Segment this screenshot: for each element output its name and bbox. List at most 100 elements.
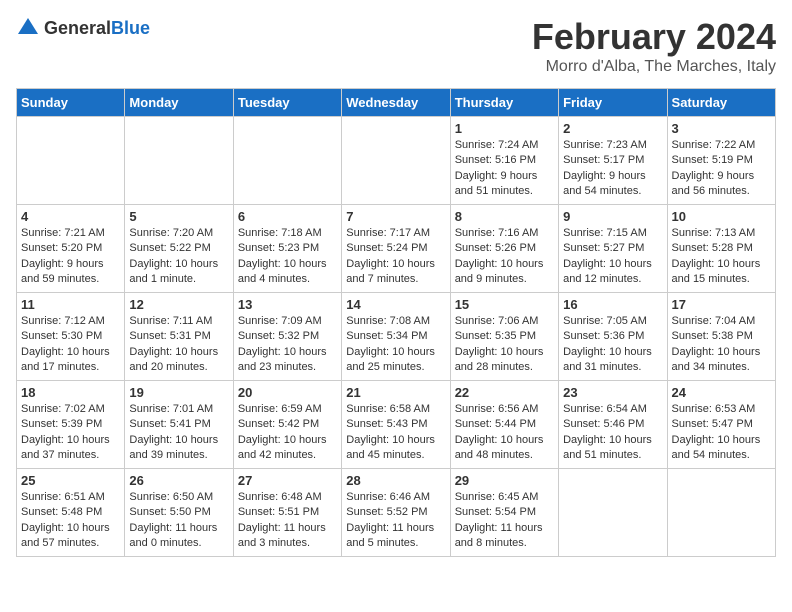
logo-icon <box>16 16 40 40</box>
calendar-cell: 11 Sunrise: 7:12 AM Sunset: 5:30 PM Dayli… <box>17 293 125 381</box>
day-info: Sunrise: 7:08 AM Sunset: 5:34 PM Dayligh… <box>346 314 445 376</box>
day-number: 15 <box>455 297 554 312</box>
day-info: Sunrise: 7:17 AM Sunset: 5:24 PM Dayligh… <box>346 226 445 288</box>
day-number: 6 <box>238 209 337 224</box>
title-area: February 2024 Morro d'Alba, The Marches,… <box>532 16 776 76</box>
calendar-cell: 26 Sunrise: 6:50 AM Sunset: 5:50 PM Dayli… <box>125 469 233 557</box>
calendar-cell <box>667 469 775 557</box>
calendar-table: SundayMondayTuesdayWednesdayThursdayFrid… <box>16 88 776 557</box>
calendar-cell: 27 Sunrise: 6:48 AM Sunset: 5:51 PM Dayli… <box>233 469 341 557</box>
day-info: Sunrise: 6:51 AM Sunset: 5:48 PM Dayligh… <box>21 490 120 552</box>
logo-text: GeneralBlue <box>44 18 150 39</box>
location-subtitle: Morro d'Alba, The Marches, Italy <box>532 58 776 76</box>
calendar-cell: 17Sunrise: 7:04 AM Sunset: 5:38 PM Dayli… <box>667 293 775 381</box>
calendar-cell <box>233 117 341 205</box>
month-title: February 2024 <box>532 16 776 58</box>
calendar-cell: 3 Sunrise: 7:22 AM Sunset: 5:19 PM Daylig… <box>667 117 775 205</box>
logo: GeneralBlue <box>16 16 150 40</box>
day-info: Sunrise: 7:20 AM Sunset: 5:22 PM Dayligh… <box>129 226 228 288</box>
calendar-cell: 10 Sunrise: 7:13 AM Sunset: 5:28 PM Dayli… <box>667 205 775 293</box>
calendar-cell <box>17 117 125 205</box>
day-info: Sunrise: 7:15 AM Sunset: 5:27 PM Dayligh… <box>563 226 662 288</box>
day-number: 16 <box>563 297 662 312</box>
calendar-cell: 28 Sunrise: 6:46 AM Sunset: 5:52 PM Dayli… <box>342 469 450 557</box>
day-number: 25 <box>21 473 120 488</box>
day-info: Sunrise: 7:05 AM Sunset: 5:36 PM Dayligh… <box>563 314 662 376</box>
day-info: Sunrise: 7:11 AM Sunset: 5:31 PM Dayligh… <box>129 314 228 376</box>
day-info: Sunrise: 7:12 AM Sunset: 5:30 PM Dayligh… <box>21 314 120 376</box>
calendar-cell: 22 Sunrise: 6:56 AM Sunset: 5:44 PM Dayli… <box>450 381 558 469</box>
day-number: 23 <box>563 385 662 400</box>
calendar-cell: 15 Sunrise: 7:06 AM Sunset: 5:35 PM Dayli… <box>450 293 558 381</box>
day-info: Sunrise: 7:23 AM Sunset: 5:17 PM Dayligh… <box>563 138 662 200</box>
weekday-header: Sunday <box>17 89 125 117</box>
page-header: GeneralBlue February 2024 Morro d'Alba, … <box>16 16 776 76</box>
weekday-header: Thursday <box>450 89 558 117</box>
day-number: 19 <box>129 385 228 400</box>
day-info: Sunrise: 7:24 AM Sunset: 5:16 PM Dayligh… <box>455 138 554 200</box>
calendar-cell: 20 Sunrise: 6:59 AM Sunset: 5:42 PM Dayli… <box>233 381 341 469</box>
day-info: Sunrise: 6:59 AM Sunset: 5:42 PM Dayligh… <box>238 402 337 464</box>
weekday-header: Monday <box>125 89 233 117</box>
week-row: 4Sunrise: 7:21 AM Sunset: 5:20 PM Daylig… <box>17 205 776 293</box>
day-number: 11 <box>21 297 120 312</box>
calendar-cell: 19 Sunrise: 7:01 AM Sunset: 5:41 PM Dayli… <box>125 381 233 469</box>
calendar-cell: 4Sunrise: 7:21 AM Sunset: 5:20 PM Daylig… <box>17 205 125 293</box>
day-number: 3 <box>672 121 771 136</box>
header-row: SundayMondayTuesdayWednesdayThursdayFrid… <box>17 89 776 117</box>
day-info: Sunrise: 7:06 AM Sunset: 5:35 PM Dayligh… <box>455 314 554 376</box>
calendar-cell: 23 Sunrise: 6:54 AM Sunset: 5:46 PM Dayli… <box>559 381 667 469</box>
day-number: 1 <box>455 121 554 136</box>
calendar-cell <box>125 117 233 205</box>
day-number: 9 <box>563 209 662 224</box>
calendar-cell: 21 Sunrise: 6:58 AM Sunset: 5:43 PM Dayli… <box>342 381 450 469</box>
day-info: Sunrise: 7:13 AM Sunset: 5:28 PM Dayligh… <box>672 226 771 288</box>
day-info: Sunrise: 6:50 AM Sunset: 5:50 PM Dayligh… <box>129 490 228 552</box>
calendar-cell: 9 Sunrise: 7:15 AM Sunset: 5:27 PM Daylig… <box>559 205 667 293</box>
calendar-cell: 18 Sunrise: 7:02 AM Sunset: 5:39 PM Dayli… <box>17 381 125 469</box>
calendar-cell <box>559 469 667 557</box>
calendar-cell: 1 Sunrise: 7:24 AM Sunset: 5:16 PM Daylig… <box>450 117 558 205</box>
calendar-cell: 6 Sunrise: 7:18 AM Sunset: 5:23 PM Daylig… <box>233 205 341 293</box>
logo-blue: Blue <box>111 18 150 38</box>
week-row: 25 Sunrise: 6:51 AM Sunset: 5:48 PM Dayli… <box>17 469 776 557</box>
calendar-cell: 24Sunrise: 6:53 AM Sunset: 5:47 PM Dayli… <box>667 381 775 469</box>
calendar-cell: 5 Sunrise: 7:20 AM Sunset: 5:22 PM Daylig… <box>125 205 233 293</box>
day-info: Sunrise: 7:18 AM Sunset: 5:23 PM Dayligh… <box>238 226 337 288</box>
day-number: 27 <box>238 473 337 488</box>
day-info: Sunrise: 6:46 AM Sunset: 5:52 PM Dayligh… <box>346 490 445 552</box>
week-row: 11 Sunrise: 7:12 AM Sunset: 5:30 PM Dayli… <box>17 293 776 381</box>
day-number: 18 <box>21 385 120 400</box>
day-number: 22 <box>455 385 554 400</box>
calendar-cell: 7 Sunrise: 7:17 AM Sunset: 5:24 PM Daylig… <box>342 205 450 293</box>
day-number: 21 <box>346 385 445 400</box>
day-number: 17 <box>672 297 771 312</box>
day-number: 26 <box>129 473 228 488</box>
calendar-cell: 12Sunrise: 7:11 AM Sunset: 5:31 PM Dayli… <box>125 293 233 381</box>
calendar-cell: 16 Sunrise: 7:05 AM Sunset: 5:36 PM Dayli… <box>559 293 667 381</box>
day-info: Sunrise: 7:22 AM Sunset: 5:19 PM Dayligh… <box>672 138 771 200</box>
day-number: 2 <box>563 121 662 136</box>
day-info: Sunrise: 7:02 AM Sunset: 5:39 PM Dayligh… <box>21 402 120 464</box>
calendar-cell: 14Sunrise: 7:08 AM Sunset: 5:34 PM Dayli… <box>342 293 450 381</box>
day-number: 10 <box>672 209 771 224</box>
day-info: Sunrise: 6:48 AM Sunset: 5:51 PM Dayligh… <box>238 490 337 552</box>
weekday-header: Friday <box>559 89 667 117</box>
week-row: 1 Sunrise: 7:24 AM Sunset: 5:16 PM Daylig… <box>17 117 776 205</box>
day-info: Sunrise: 6:58 AM Sunset: 5:43 PM Dayligh… <box>346 402 445 464</box>
calendar-cell: 13Sunrise: 7:09 AM Sunset: 5:32 PM Dayli… <box>233 293 341 381</box>
logo-general: General <box>44 18 111 38</box>
day-number: 5 <box>129 209 228 224</box>
day-number: 28 <box>346 473 445 488</box>
day-info: Sunrise: 7:01 AM Sunset: 5:41 PM Dayligh… <box>129 402 228 464</box>
calendar-cell: 2 Sunrise: 7:23 AM Sunset: 5:17 PM Daylig… <box>559 117 667 205</box>
day-info: Sunrise: 7:16 AM Sunset: 5:26 PM Dayligh… <box>455 226 554 288</box>
day-number: 20 <box>238 385 337 400</box>
calendar-cell: 8Sunrise: 7:16 AM Sunset: 5:26 PM Daylig… <box>450 205 558 293</box>
day-info: Sunrise: 6:54 AM Sunset: 5:46 PM Dayligh… <box>563 402 662 464</box>
calendar-cell: 29Sunrise: 6:45 AM Sunset: 5:54 PM Dayli… <box>450 469 558 557</box>
day-info: Sunrise: 7:21 AM Sunset: 5:20 PM Dayligh… <box>21 226 120 288</box>
calendar-cell <box>342 117 450 205</box>
day-number: 7 <box>346 209 445 224</box>
day-info: Sunrise: 6:56 AM Sunset: 5:44 PM Dayligh… <box>455 402 554 464</box>
